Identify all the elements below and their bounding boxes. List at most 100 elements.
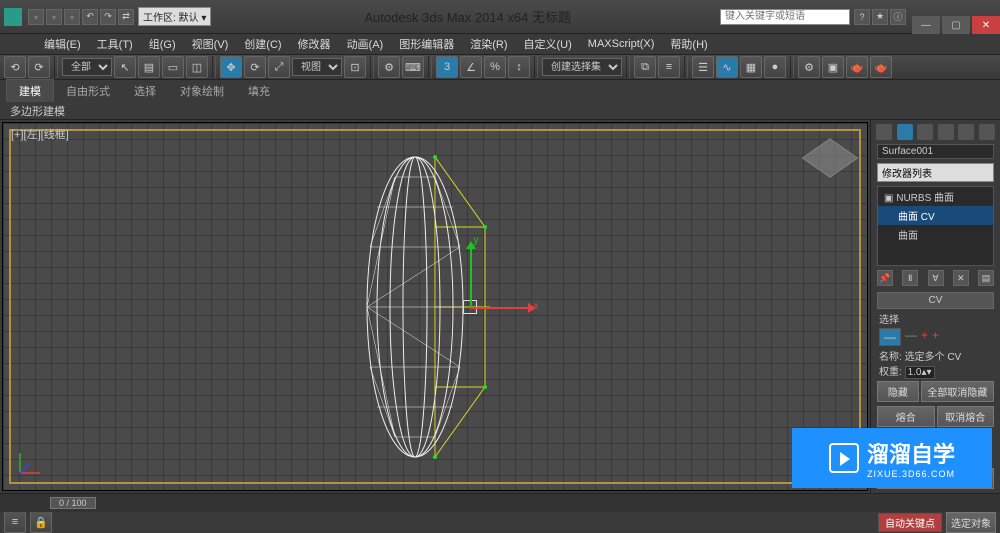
- percent-snap-icon[interactable]: %: [484, 56, 506, 78]
- motion-tab-icon[interactable]: [938, 124, 954, 140]
- axis-u-pos[interactable]: +: [921, 328, 928, 346]
- axis-v-pos[interactable]: +: [932, 328, 939, 346]
- tab-modeling[interactable]: 建模: [6, 79, 54, 102]
- render-prod-icon[interactable]: 🫖: [870, 56, 892, 78]
- link-icon[interactable]: ⟲: [4, 56, 26, 78]
- keyboard-icon[interactable]: ⌨: [402, 56, 424, 78]
- hide-button[interactable]: 隐藏: [877, 381, 919, 402]
- info-icon[interactable]: ⓘ: [890, 9, 906, 25]
- schematic-icon[interactable]: ▦: [740, 56, 762, 78]
- selection-set-dropdown[interactable]: 创建选择集: [542, 58, 622, 76]
- rotate-icon[interactable]: ⟳: [244, 56, 266, 78]
- hierarchy-tab-icon[interactable]: [917, 124, 933, 140]
- viewport-left[interactable]: [+][左][线框]: [2, 122, 868, 491]
- align-icon[interactable]: ≡: [658, 56, 680, 78]
- undo-icon[interactable]: ↶: [82, 9, 98, 25]
- single-row-icon[interactable]: —: [879, 328, 901, 346]
- coord-dropdown[interactable]: 视图: [292, 58, 342, 76]
- menu-create[interactable]: 创建(C): [240, 36, 285, 52]
- tab-freeform[interactable]: 自由形式: [54, 80, 122, 102]
- manip-icon[interactable]: ⚙: [378, 56, 400, 78]
- utilities-tab-icon[interactable]: [979, 124, 995, 140]
- create-tab-icon[interactable]: [876, 124, 892, 140]
- unhide-all-button[interactable]: 全部取消隐藏: [921, 381, 994, 402]
- title-right-icons: ? ★ ⓘ: [854, 9, 906, 25]
- close-button[interactable]: ✕: [972, 16, 1000, 34]
- lock-icon[interactable]: 🔒: [30, 511, 52, 533]
- gizmo-x-axis[interactable]: [470, 307, 530, 309]
- stack-sub-surface[interactable]: 曲面: [878, 225, 993, 244]
- move-icon[interactable]: ✥: [220, 56, 242, 78]
- menu-graph[interactable]: 图形编辑器: [395, 36, 458, 52]
- render-setup-icon[interactable]: ⚙: [798, 56, 820, 78]
- mirror-icon[interactable]: ⧉: [634, 56, 656, 78]
- ribbon-panel-label[interactable]: 多边形建模: [0, 102, 1000, 120]
- select-icon[interactable]: ↖: [114, 56, 136, 78]
- menu-customize[interactable]: 自定义(U): [520, 36, 576, 52]
- menu-group[interactable]: 组(G): [145, 36, 180, 52]
- weight-spinner[interactable]: 1.0 ▴▾: [905, 366, 935, 379]
- new-icon[interactable]: ▫: [28, 9, 44, 25]
- display-tab-icon[interactable]: [958, 124, 974, 140]
- tab-selection[interactable]: 选择: [122, 80, 168, 102]
- angle-snap-icon[interactable]: ∠: [460, 56, 482, 78]
- link-icon[interactable]: ⇄: [118, 9, 134, 25]
- modify-tab-icon[interactable]: [897, 124, 913, 140]
- time-slider[interactable]: 0 / 100: [0, 494, 1000, 512]
- menu-edit[interactable]: 编辑(E): [40, 36, 85, 52]
- unfuse-button[interactable]: 取消熔合: [937, 406, 995, 427]
- snap-icon[interactable]: 3: [436, 56, 458, 78]
- render-icon[interactable]: 🫖: [846, 56, 868, 78]
- config-icon[interactable]: ▤: [978, 270, 994, 286]
- modifier-stack[interactable]: ▣ NURBS 曲面 曲面 CV 曲面: [877, 186, 994, 266]
- time-slider-handle[interactable]: 0 / 100: [50, 497, 96, 509]
- menu-maxscript[interactable]: MAXScript(X): [584, 38, 659, 50]
- unlink-icon[interactable]: ⟳: [28, 56, 50, 78]
- menu-tools[interactable]: 工具(T): [93, 36, 137, 52]
- fuse-button[interactable]: 熔合: [877, 406, 935, 427]
- curve-editor-icon[interactable]: ∿: [716, 56, 738, 78]
- menu-modifiers[interactable]: 修改器: [294, 36, 335, 52]
- rect-select-icon[interactable]: ▭: [162, 56, 184, 78]
- menu-help[interactable]: 帮助(H): [666, 36, 711, 52]
- select-name-icon[interactable]: ▤: [138, 56, 160, 78]
- app-icon[interactable]: [4, 8, 22, 26]
- tab-populate[interactable]: 填充: [236, 80, 282, 102]
- stack-root[interactable]: ▣ NURBS 曲面: [878, 187, 993, 206]
- object-name-field[interactable]: Surface001: [877, 144, 994, 159]
- maximize-button[interactable]: ▢: [942, 16, 970, 34]
- menu-render[interactable]: 渲染(R): [466, 36, 511, 52]
- menu-animation[interactable]: 动画(A): [343, 36, 388, 52]
- script-icon[interactable]: ≡: [4, 511, 26, 533]
- minimize-button[interactable]: —: [912, 16, 940, 34]
- tab-object-paint[interactable]: 对象绘制: [168, 80, 236, 102]
- remove-mod-icon[interactable]: ✕: [953, 270, 969, 286]
- save-icon[interactable]: ▫: [64, 9, 80, 25]
- gizmo-y-axis[interactable]: [470, 247, 472, 307]
- rollout-cv[interactable]: CV: [877, 292, 994, 309]
- key-filter[interactable]: 选定对象: [946, 512, 996, 533]
- spinner-snap-icon[interactable]: ↕: [508, 56, 530, 78]
- window-select-icon[interactable]: ◫: [186, 56, 208, 78]
- pivot-icon[interactable]: ⊡: [344, 56, 366, 78]
- unique-icon[interactable]: ∀: [928, 270, 944, 286]
- modifier-list-dropdown[interactable]: 修改器列表: [877, 163, 994, 182]
- pin-stack-icon[interactable]: 📌: [877, 270, 893, 286]
- search-input[interactable]: [720, 9, 850, 25]
- layers-icon[interactable]: ☰: [692, 56, 714, 78]
- viewport-label[interactable]: [+][左][线框]: [11, 126, 69, 142]
- show-result-icon[interactable]: Ⅱ: [902, 270, 918, 286]
- star-icon[interactable]: ★: [872, 9, 888, 25]
- material-icon[interactable]: ●: [764, 56, 786, 78]
- redo-icon[interactable]: ↷: [100, 9, 116, 25]
- axis-u-neg[interactable]: —: [905, 328, 917, 346]
- filter-dropdown[interactable]: 全部: [62, 58, 112, 76]
- menu-views[interactable]: 视图(V): [188, 36, 233, 52]
- stack-sub-cv[interactable]: 曲面 CV: [878, 206, 993, 225]
- workspace-dropdown[interactable]: 工作区: 默认 ▾: [138, 7, 211, 26]
- help-icon[interactable]: ?: [854, 9, 870, 25]
- auto-key-button[interactable]: 自动关键点: [878, 513, 942, 532]
- scale-icon[interactable]: ⤢: [268, 56, 290, 78]
- open-icon[interactable]: ▫: [46, 9, 62, 25]
- render-frame-icon[interactable]: ▣: [822, 56, 844, 78]
